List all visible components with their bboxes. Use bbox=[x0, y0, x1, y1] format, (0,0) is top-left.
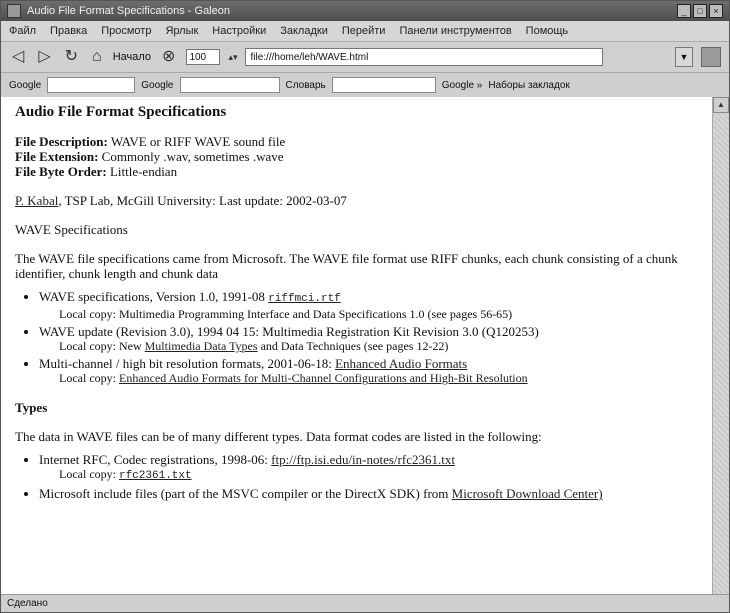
menu-settings[interactable]: Настройки bbox=[212, 25, 266, 37]
menu-shortcut[interactable]: Ярлык bbox=[165, 25, 198, 37]
menu-file[interactable]: Файл bbox=[9, 25, 36, 37]
author-info: , TSP Lab, McGill University: Last updat… bbox=[58, 193, 347, 208]
browser-window: Audio File Format Specifications - Galeo… bbox=[0, 0, 730, 613]
local-copy-rest: and Data Techniques (see pages 12-22) bbox=[260, 339, 449, 353]
close-button[interactable]: × bbox=[709, 4, 723, 18]
menu-toolbars[interactable]: Панели инструментов bbox=[399, 25, 511, 37]
dictionary-label: Словарь bbox=[285, 79, 326, 91]
list-item-text: Internet RFC, Codec registrations, 1998-… bbox=[39, 452, 268, 467]
desc-label: File Description: bbox=[15, 134, 108, 149]
local-copy-label: Local copy: New bbox=[59, 339, 142, 353]
list-item-text: WAVE specifications, Version 1.0, 1991-0… bbox=[39, 289, 265, 304]
minimize-button[interactable]: _ bbox=[677, 4, 691, 18]
ext-label: File Extension: bbox=[15, 149, 99, 164]
list-item-text: WAVE update (Revision 3.0), 1994 04 15: … bbox=[39, 324, 539, 339]
order-label: File Byte Order: bbox=[15, 164, 107, 179]
menu-edit[interactable]: Правка bbox=[50, 25, 87, 37]
search-toolbar: Google Google Словарь Google » Наборы за… bbox=[1, 73, 729, 98]
desc-value: WAVE or RIFF WAVE sound file bbox=[110, 134, 286, 149]
dictionary-input[interactable] bbox=[331, 77, 436, 93]
types-intro: The data in WAVE files can be of many di… bbox=[15, 429, 542, 444]
types-list: Internet RFC, Codec registrations, 1998-… bbox=[15, 452, 699, 501]
url-dropdown-icon[interactable]: ▼ bbox=[675, 47, 693, 67]
types-heading: Types bbox=[15, 400, 48, 415]
app-icon bbox=[7, 4, 21, 18]
menu-go[interactable]: Перейти bbox=[342, 25, 386, 37]
local-copy-label: Local copy: bbox=[59, 371, 116, 385]
navigation-toolbar: ◁ ▷ ↻ ⌂ Начало ⊗ 100 ▴▾ file:///home/leh… bbox=[1, 42, 729, 73]
forward-icon[interactable]: ▷ bbox=[35, 49, 53, 65]
menu-help[interactable]: Помощь bbox=[526, 25, 569, 37]
rfc-copy-link[interactable]: rfc2361.txt bbox=[119, 470, 192, 482]
google-search-input-2[interactable] bbox=[179, 77, 280, 93]
menu-view[interactable]: Просмотр bbox=[101, 25, 151, 37]
maximize-button[interactable]: □ bbox=[693, 4, 707, 18]
menu-bookmarks[interactable]: Закладки bbox=[280, 25, 328, 37]
list-item: WAVE update (Revision 3.0), 1994 04 15: … bbox=[39, 324, 699, 354]
status-bar: Сделано bbox=[1, 594, 729, 612]
zoom-input[interactable]: 100 bbox=[186, 49, 221, 65]
list-item: WAVE specifications, Version 1.0, 1991-0… bbox=[39, 289, 699, 322]
list-item: Microsoft include files (part of the MSV… bbox=[39, 486, 699, 501]
list-item-text: Multi-channel / high bit resolution form… bbox=[39, 356, 332, 371]
list-item: Multi-channel / high bit resolution form… bbox=[39, 356, 699, 386]
local-copy-label: Local copy: bbox=[59, 467, 116, 481]
spec-list: WAVE specifications, Version 1.0, 1991-0… bbox=[15, 289, 699, 386]
scroll-up-icon[interactable]: ▲ bbox=[713, 97, 729, 113]
list-item: Internet RFC, Codec registrations, 1998-… bbox=[39, 452, 699, 484]
ext-value: Commonly .wav, sometimes .wave bbox=[101, 149, 284, 164]
page-content: Audio File Format Specifications File De… bbox=[1, 97, 713, 594]
reload-icon[interactable]: ↻ bbox=[62, 49, 81, 65]
page-title: Audio File Format Specifications bbox=[15, 104, 227, 120]
google-label-2: Google bbox=[141, 79, 174, 91]
spec-link[interactable]: riffmci.rtf bbox=[268, 293, 341, 305]
zoom-spinner-icon[interactable]: ▴▾ bbox=[228, 52, 237, 63]
window-title: Audio File Format Specifications - Galeo… bbox=[27, 5, 230, 17]
home-button-label[interactable]: Начало bbox=[113, 51, 151, 63]
google-label: Google bbox=[9, 79, 42, 91]
title-bar: Audio File Format Specifications - Galeo… bbox=[1, 1, 729, 21]
google-more-button[interactable]: Google » bbox=[442, 80, 483, 91]
google-search-input[interactable] bbox=[47, 77, 136, 93]
wave-heading: WAVE Specifications bbox=[15, 222, 128, 237]
enhanced-audio-link[interactable]: Enhanced Audio Formats bbox=[335, 356, 467, 371]
vertical-scrollbar[interactable]: ▲ bbox=[712, 97, 729, 594]
menu-bar: Файл Правка Просмотр Ярлык Настройки Зак… bbox=[1, 21, 729, 42]
bookmark-sets-button[interactable]: Наборы закладок bbox=[488, 80, 569, 91]
enhanced-audio-copy-link[interactable]: Enhanced Audio Formats for Multi-Channel… bbox=[119, 371, 528, 385]
order-value: Little-endian bbox=[109, 164, 178, 179]
back-icon[interactable]: ◁ bbox=[9, 49, 27, 65]
home-icon[interactable]: ⌂ bbox=[89, 49, 105, 65]
wave-intro: The WAVE file specifications came from M… bbox=[15, 251, 678, 281]
stop-icon[interactable]: ⊗ bbox=[159, 49, 178, 65]
status-text: Сделано bbox=[7, 598, 48, 609]
file-info: File Description: WAVE or RIFF WAVE soun… bbox=[15, 134, 699, 179]
list-item-text: Microsoft include files (part of the MSV… bbox=[39, 486, 449, 501]
author-link[interactable]: P. Kabal bbox=[15, 193, 58, 208]
local-copy-note: Local copy: Multimedia Programming Inter… bbox=[59, 307, 513, 321]
multimedia-data-types-link[interactable]: Multimedia Data Types bbox=[145, 339, 258, 353]
go-button[interactable] bbox=[701, 47, 721, 67]
download-center-link[interactable]: Microsoft Download Center) bbox=[452, 486, 603, 501]
rfc-link[interactable]: ftp://ftp.isi.edu/in-notes/rfc2361.txt bbox=[271, 452, 455, 467]
url-input[interactable]: file:///home/leh/WAVE.html bbox=[245, 48, 604, 66]
